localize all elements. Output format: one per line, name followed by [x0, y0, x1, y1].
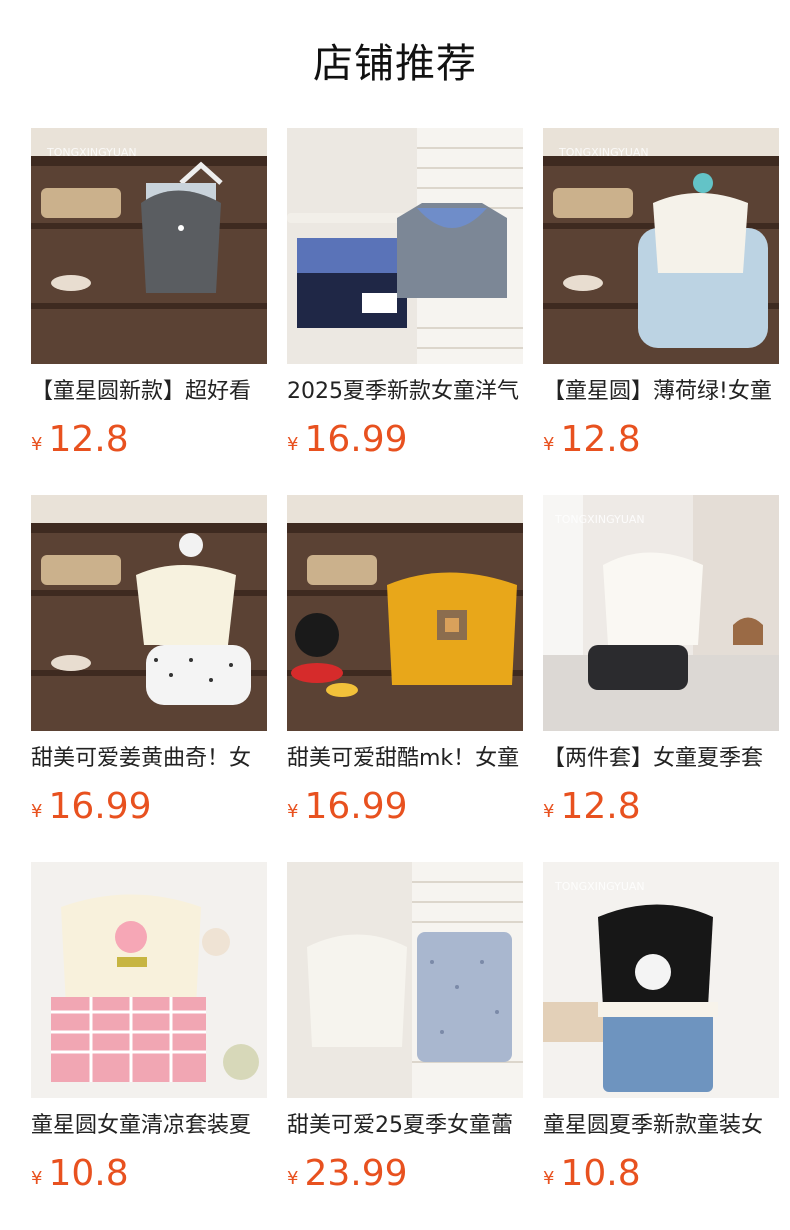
brand-watermark: TONGXINGYUAN: [46, 146, 137, 159]
product-image[interactable]: [31, 495, 267, 731]
price-value: 10.8: [48, 1153, 129, 1194]
product-name[interactable]: 童星圆夏季新款童装女: [543, 1110, 779, 1142]
product-name[interactable]: 甜美可爱姜黄曲奇！女: [31, 743, 267, 775]
product-card[interactable]: TONGXINGYUAN 【两件套】女童夏季套 ¥12.8: [543, 495, 779, 829]
product-price: ¥23.99: [287, 1152, 523, 1196]
product-image[interactable]: TONGXINGYUAN: [31, 128, 267, 364]
currency-symbol: ¥: [287, 801, 299, 822]
price-value: 16.99: [304, 786, 408, 827]
product-name[interactable]: 2025夏季新款女童洋气: [287, 376, 523, 408]
recommend-page: 店铺推荐 TONGXINGYUAN 【童星圆新款】超好看 ¥ 12.8 2025…: [0, 0, 790, 1230]
product-name[interactable]: 甜美可爱甜酷mk！女童: [287, 743, 523, 775]
currency-symbol: ¥: [31, 1168, 43, 1189]
price-value: 12.8: [560, 786, 641, 827]
product-price: ¥16.99: [31, 785, 267, 829]
brand-watermark: TONGXINGYUAN: [554, 880, 645, 893]
product-price: ¥10.8: [543, 1152, 779, 1196]
currency-symbol: ¥: [287, 1168, 299, 1189]
brand-watermark: TONGXINGYUAN: [554, 513, 645, 526]
product-name[interactable]: 【童星圆新款】超好看: [31, 376, 267, 408]
currency-symbol: ¥: [287, 434, 299, 455]
product-image[interactable]: TONGXINGYUAN: [543, 128, 779, 364]
currency-symbol: ¥: [543, 434, 555, 455]
brand-watermark: TONGXINGYUAN: [558, 146, 649, 159]
product-card[interactable]: 甜美可爱甜酷mk！女童 ¥16.99: [287, 495, 523, 829]
product-image[interactable]: [287, 862, 523, 1098]
product-image[interactable]: [31, 862, 267, 1098]
price-value: 23.99: [304, 1153, 408, 1194]
product-image[interactable]: TONGXINGYUAN: [543, 862, 779, 1098]
product-card[interactable]: 甜美可爱姜黄曲奇！女 ¥16.99: [31, 495, 267, 829]
currency-symbol: ¥: [543, 801, 555, 822]
product-image[interactable]: TONGXINGYUAN: [543, 495, 779, 731]
product-card[interactable]: 童星圆女童清凉套装夏 ¥10.8: [31, 862, 267, 1196]
price-value: 12.8: [560, 419, 641, 460]
currency-symbol: ¥: [31, 801, 43, 822]
product-card[interactable]: TONGXINGYUAN 童星圆夏季新款童装女 ¥10.8: [543, 862, 779, 1196]
currency-symbol: ¥: [31, 434, 43, 455]
price-value: 16.99: [304, 419, 408, 460]
page-title: 店铺推荐: [313, 41, 477, 87]
product-card[interactable]: TONGXINGYUAN 【童星圆】薄荷绿!女童 ¥12.8: [543, 128, 779, 462]
product-image[interactable]: [287, 495, 523, 731]
product-price: ¥12.8: [31, 418, 267, 462]
product-price: ¥16.99: [287, 785, 523, 829]
product-card[interactable]: TONGXINGYUAN 【童星圆新款】超好看 ¥12.8: [31, 128, 267, 462]
product-card[interactable]: 2025夏季新款女童洋气 ¥16.99: [287, 128, 523, 462]
product-price: ¥10.8: [31, 1152, 267, 1196]
product-name[interactable]: 【两件套】女童夏季套: [543, 743, 779, 775]
product-name[interactable]: 童星圆女童清凉套装夏: [31, 1110, 267, 1142]
product-price: ¥12.8: [543, 785, 779, 829]
product-price: ¥12.8: [543, 418, 779, 462]
product-image[interactable]: [287, 128, 523, 364]
price-value: 10.8: [560, 1153, 641, 1194]
product-name[interactable]: 【童星圆】薄荷绿!女童: [543, 376, 779, 408]
product-name[interactable]: 甜美可爱25夏季女童蕾: [287, 1110, 523, 1142]
currency-symbol: ¥: [543, 1168, 555, 1189]
price-value: 12.8: [48, 419, 129, 460]
product-card[interactable]: 甜美可爱25夏季女童蕾 ¥23.99: [287, 862, 523, 1196]
price-value: 16.99: [48, 786, 152, 827]
product-price: ¥16.99: [287, 418, 523, 462]
